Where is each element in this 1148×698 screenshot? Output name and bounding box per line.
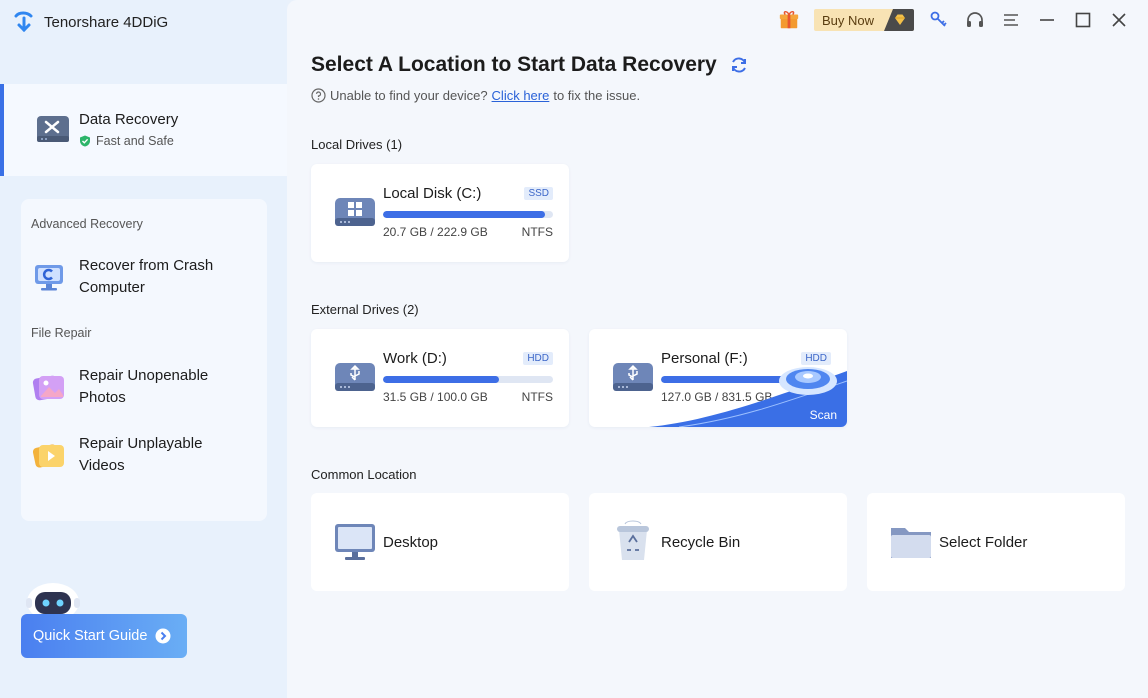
sidebar-item-crash-computer[interactable]: Recover from Crash Computer <box>31 255 257 299</box>
drive-usage-fill <box>383 211 545 218</box>
app-logo-icon <box>14 11 33 33</box>
location-card-desktop[interactable]: Desktop <box>311 493 569 591</box>
video-repair-icon <box>32 444 64 468</box>
section-label-advanced: Advanced Recovery <box>31 217 143 231</box>
local-drives-label: Local Drives (1) <box>311 137 403 152</box>
buy-now-label: Buy Now <box>822 12 875 28</box>
main-panel: Buy Now Select A Location to Start Data … <box>287 0 1148 698</box>
recycle-bin-icon <box>617 520 649 560</box>
hint-prefix: Unable to find your device? <box>330 88 488 103</box>
diamond-icon <box>895 14 905 25</box>
chevron-right-icon <box>155 628 171 644</box>
click-here-link[interactable]: Click here <box>492 88 550 103</box>
app-brand: Tenorshare 4DDiG <box>12 10 168 34</box>
drive-usage-bar <box>383 376 553 383</box>
location-name: Recycle Bin <box>661 534 741 551</box>
nav-data-recovery-subtitle: Fast and Safe <box>79 134 174 148</box>
sidebar-item-label: Repair Unplayable Videos <box>79 435 203 474</box>
sidebar-item-label: Repair Unopenable Photos <box>79 367 209 406</box>
section-label-file-repair: File Repair <box>31 326 92 340</box>
sidebar-item-repair-photos[interactable]: Repair Unopenable Photos <box>31 365 257 409</box>
nav-data-recovery[interactable]: Data Recovery Fast and Safe <box>0 84 287 176</box>
drive-type-badge: HDD <box>801 352 831 365</box>
sidebar: Tenorshare 4DDiG Data Recovery Fast and … <box>0 0 287 698</box>
drive-type-badge: HDD <box>523 352 553 365</box>
drive-card-work-d[interactable]: Work (D:) HDD 31.5 GB / 100.0 GB NTFS <box>311 329 569 427</box>
quick-start-label: Quick Start Guide <box>33 628 148 644</box>
nav-subtitle-text: Fast and Safe <box>96 134 174 148</box>
menu-icon[interactable] <box>1000 9 1022 31</box>
desktop-monitor-icon <box>335 524 375 560</box>
question-icon <box>311 88 326 103</box>
close-icon[interactable] <box>1108 9 1130 31</box>
drive-usage-bar <box>383 211 553 218</box>
drive-filesystem: NTFS <box>521 390 553 404</box>
sidebar-item-label: Recover from Crash Computer <box>79 257 214 296</box>
drive-size: 31.5 GB / 100.0 GB <box>383 390 488 404</box>
drive-name: Work (D:) <box>383 350 447 367</box>
drive-type-badge: SSD <box>524 187 553 200</box>
location-name: Select Folder <box>939 534 1028 551</box>
photo-repair-icon <box>32 375 64 401</box>
drive-size: 20.7 GB / 222.9 GB <box>383 225 488 239</box>
location-card-select-folder[interactable]: Select Folder <box>867 493 1125 591</box>
windows-drive-icon <box>335 198 375 226</box>
nav-data-recovery-title: Data Recovery <box>79 111 179 128</box>
title-bar-controls: Buy Now <box>778 6 1130 34</box>
folder-icon <box>891 528 931 558</box>
refresh-icon[interactable] <box>729 55 749 75</box>
buy-now-button[interactable]: Buy Now <box>814 9 914 31</box>
common-location-label: Common Location <box>311 467 417 482</box>
hint-suffix: to fix the issue. <box>553 88 641 103</box>
crash-computer-icon <box>35 265 63 291</box>
page-title-text: Select A Location to Start Data Recovery <box>311 53 717 76</box>
sidebar-item-repair-videos[interactable]: Repair Unplayable Videos <box>31 433 257 477</box>
maximize-icon[interactable] <box>1072 9 1094 31</box>
quick-start-guide-button[interactable]: Quick Start Guide <box>21 614 187 658</box>
drive-usage-fill <box>383 376 499 383</box>
location-card-recycle-bin[interactable]: Recycle Bin <box>589 493 847 591</box>
drive-filesystem: NTFS <box>521 225 553 239</box>
key-icon[interactable] <box>928 9 950 31</box>
scan-label[interactable]: Scan <box>810 408 837 422</box>
location-name: Desktop <box>383 534 439 551</box>
advanced-recovery-panel: Advanced Recovery Recover from Crash Com… <box>21 199 267 521</box>
device-hint: Unable to find your device? Click here t… <box>311 88 640 103</box>
shield-check-icon <box>80 135 90 147</box>
scan-disc-icon <box>779 367 837 395</box>
drive-card-personal-f[interactable]: Personal (F:) 127.0 GB / 831.5 GB HDD Sc… <box>589 329 847 427</box>
drive-card-local-c[interactable]: Local Disk (C:) SSD 20.7 GB / 222.9 GB N… <box>311 164 569 262</box>
external-drives-label: External Drives (2) <box>311 302 419 317</box>
minimize-icon[interactable] <box>1036 9 1058 31</box>
headset-icon[interactable] <box>964 9 986 31</box>
page-title: Select A Location to Start Data Recovery <box>311 53 749 77</box>
usb-drive-icon <box>335 363 375 391</box>
drive-name: Local Disk (C:) <box>383 185 482 202</box>
gift-icon[interactable] <box>778 9 800 31</box>
app-title: Tenorshare 4DDiG <box>44 13 169 31</box>
data-recovery-icon <box>37 116 69 142</box>
